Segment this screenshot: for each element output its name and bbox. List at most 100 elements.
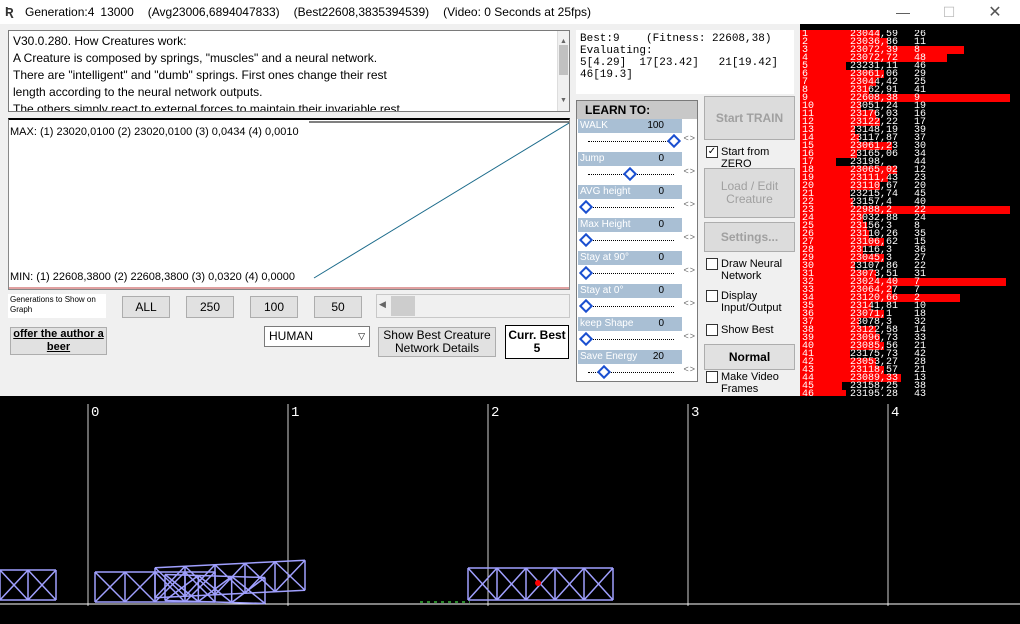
- learn-slider-value: 0: [658, 153, 664, 164]
- learn-slider[interactable]: Stay at 0° 0 <>: [577, 284, 697, 317]
- creature-body: [0, 569, 57, 601]
- creature-spring: [274, 559, 306, 593]
- learn-slider-track[interactable]: [578, 364, 682, 381]
- distance-marker-label: 3: [691, 405, 699, 421]
- graph-scrollbar[interactable]: ◀: [376, 294, 570, 318]
- learn-slider-label: Max Height 0: [578, 218, 682, 232]
- offer-beer-button[interactable]: offer the author a beer: [10, 327, 107, 355]
- slider-thumb-icon[interactable]: [596, 364, 611, 380]
- slider-arrows-icon[interactable]: <>: [683, 133, 696, 143]
- slider-arrows-icon[interactable]: <>: [683, 331, 696, 341]
- info-textbox[interactable]: V30.0.280. How Creatures work: A Creatur…: [8, 30, 570, 112]
- display-io-checkbox[interactable]: Display Input/Output: [706, 290, 797, 314]
- creature-spring: [214, 562, 246, 596]
- slider-thumb-icon[interactable]: [578, 331, 594, 347]
- best-line-4: 46[19.3]: [580, 69, 633, 81]
- learn-slider-label: keep Shape 0: [578, 317, 682, 331]
- learn-slider-value: 0: [658, 318, 664, 329]
- slider-thumb-icon[interactable]: [578, 232, 594, 248]
- title-avg: (Avg23006,6894047833): [147, 5, 280, 19]
- close-icon[interactable]: ✕: [972, 0, 1018, 24]
- creature-spring: [198, 574, 232, 578]
- learn-slider-value: 0: [658, 186, 664, 197]
- learn-slider-track[interactable]: [578, 265, 682, 283]
- info-text-content: V30.0.280. How Creatures work: A Creatur…: [13, 34, 400, 112]
- learn-slider[interactable]: keep Shape 0 <>: [577, 317, 697, 350]
- curr-best-button[interactable]: Curr. Best 5: [505, 325, 569, 359]
- learn-slider[interactable]: Stay at 90° 0 <>: [577, 251, 697, 284]
- learn-slider-track[interactable]: [578, 199, 682, 217]
- graph-line-trend: [313, 122, 569, 279]
- start-zero-label: Start from ZERO: [721, 146, 770, 170]
- normal-speed-button[interactable]: Normal: [704, 344, 795, 370]
- creature-spring: [274, 589, 306, 593]
- gen-50-button[interactable]: 50: [314, 296, 362, 318]
- learn-slider[interactable]: Jump 0 <>: [577, 152, 697, 185]
- slider-arrows-icon[interactable]: <>: [683, 232, 696, 242]
- slider-arrows-icon[interactable]: <>: [683, 166, 696, 176]
- settings-button[interactable]: Settings...: [704, 222, 795, 252]
- gen-250-button[interactable]: 250: [186, 296, 234, 318]
- title-generation: Generation:4: [25, 5, 95, 19]
- gen-100-button[interactable]: 100: [250, 296, 298, 318]
- learn-slider[interactable]: Save Energy 20 <>: [577, 350, 697, 381]
- species-select[interactable]: HUMAN ▽: [264, 326, 370, 347]
- load-edit-button[interactable]: Load / Edit Creature: [704, 168, 795, 218]
- make-video-checkbox[interactable]: Make Video Frames: [706, 371, 787, 395]
- draw-nn-label: Draw Neural Network: [721, 258, 783, 282]
- slider-thumb-icon[interactable]: [578, 199, 594, 215]
- info-scrollbar[interactable]: ▲ ▼: [557, 31, 569, 111]
- learn-slider-track[interactable]: [578, 133, 682, 151]
- slider-arrows-icon[interactable]: <>: [683, 298, 696, 308]
- show-best-network-button[interactable]: Show Best Creature Network Details: [378, 327, 496, 357]
- scroll-left-icon[interactable]: ◀: [379, 299, 386, 310]
- slider-arrows-icon[interactable]: <>: [683, 199, 696, 209]
- slider-thumb-icon[interactable]: [622, 166, 638, 182]
- species-select-value: HUMAN: [269, 329, 313, 343]
- gen-all-button[interactable]: ALL: [122, 296, 170, 318]
- best-status-box: Best:9 (Fitness: 22608,38) Evaluating: 5[4…: [576, 30, 794, 94]
- generations-label: Generations to Show on Graph: [8, 294, 106, 318]
- distance-marker-label: 1: [291, 405, 299, 421]
- learn-slider[interactable]: AVG height 0 <>: [577, 185, 697, 218]
- learn-slider-value: 0: [658, 285, 664, 296]
- learn-slider-label: Stay at 0° 0: [578, 284, 682, 298]
- learn-slider-track[interactable]: [578, 298, 682, 316]
- start-zero-checkbox[interactable]: ✓ Start from ZERO: [706, 146, 781, 170]
- start-train-button[interactable]: Start TRAIN: [704, 96, 795, 140]
- learn-slider-value: 100: [647, 120, 664, 131]
- creature-spring: [164, 573, 199, 577]
- simulation-canvas: 0 1 2 3 4: [0, 404, 1020, 606]
- make-video-label: Make Video Frames: [721, 371, 779, 395]
- learn-slider-track[interactable]: [578, 232, 682, 250]
- learn-slider-track[interactable]: [578, 166, 682, 184]
- slider-arrows-icon[interactable]: <>: [683, 265, 696, 275]
- slider-thumb-icon[interactable]: [578, 298, 594, 314]
- learn-slider[interactable]: WALK 100 <>: [577, 119, 697, 152]
- learn-slider[interactable]: Max Height 0 <>: [577, 218, 697, 251]
- learn-slider-label: Stay at 90° 0: [578, 251, 682, 265]
- draw-nn-checkbox[interactable]: Draw Neural Network: [706, 258, 793, 282]
- learn-slider-track[interactable]: [578, 331, 682, 349]
- show-best-checkbox[interactable]: Show Best: [706, 324, 774, 336]
- creature-spring: [164, 599, 199, 603]
- creature-spring: [244, 561, 276, 564]
- slider-thumb-icon[interactable]: [666, 133, 682, 149]
- title-video: (Video: 0 Seconds at 25fps): [443, 5, 591, 19]
- best-line-3: 5[4.29] 17[23.42] 21[19.42]: [580, 57, 779, 69]
- creature-spring: [231, 601, 266, 605]
- chevron-down-icon: ▽: [358, 331, 365, 341]
- creature-spring: [198, 600, 232, 604]
- learn-slider-label: WALK 100: [578, 119, 682, 133]
- maximize-icon[interactable]: ☐: [926, 0, 972, 24]
- minimize-icon[interactable]: —: [880, 0, 926, 24]
- curr-best-value: 5: [533, 341, 541, 355]
- distance-marker-label: 2: [491, 405, 499, 421]
- learn-slider-label: Jump 0: [578, 152, 682, 166]
- creature-spring: [214, 562, 246, 566]
- slider-arrows-icon[interactable]: <>: [683, 364, 696, 374]
- slider-thumb-icon[interactable]: [578, 265, 594, 281]
- scroll-thumb[interactable]: [391, 296, 415, 316]
- best-line-1: Best:9 (Fitness: 22608,38): [580, 33, 772, 45]
- learn-slider-value: 0: [658, 219, 664, 230]
